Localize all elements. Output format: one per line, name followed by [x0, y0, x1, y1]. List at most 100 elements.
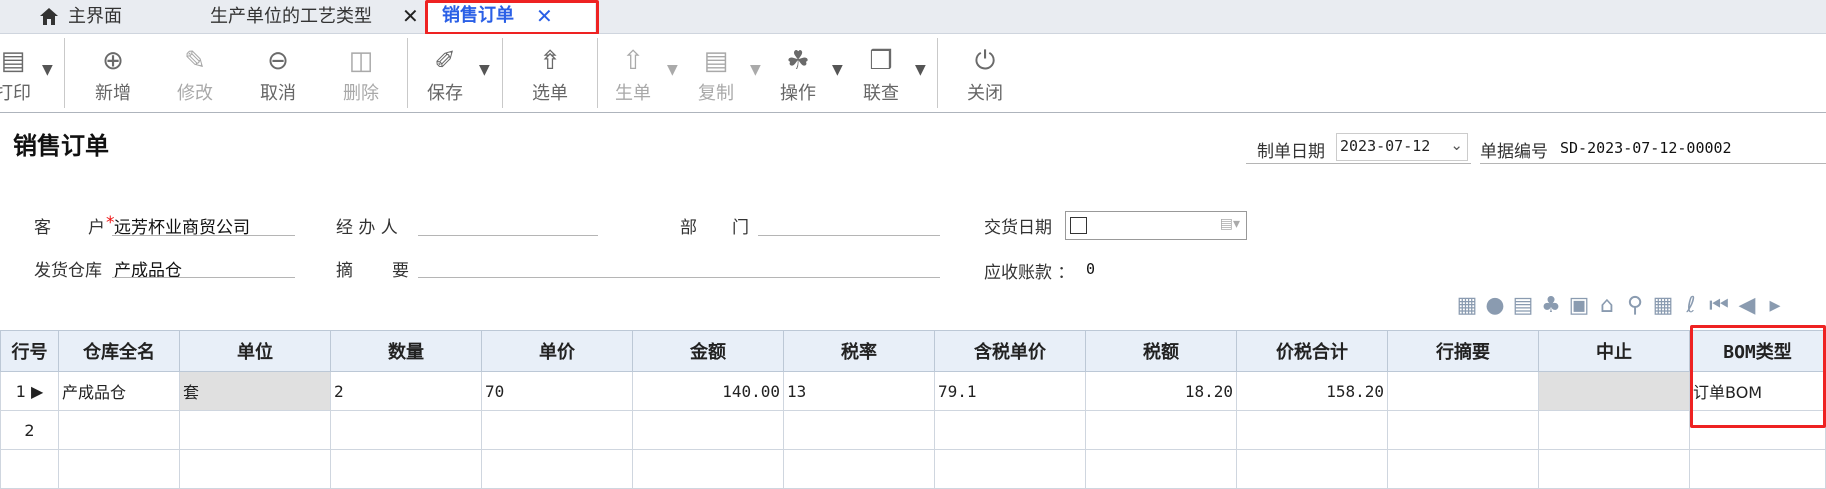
cell-tax[interactable]: 18.20 — [1085, 371, 1237, 411]
make-date-picker[interactable]: 2023-07-12 ⌄ — [1336, 133, 1468, 161]
calculator-icon[interactable]: ▣ — [1568, 292, 1590, 320]
close-button[interactable]: ⏻ 关闭 — [950, 34, 1020, 112]
cell-amount[interactable]: 140.00 — [632, 371, 784, 411]
comment-icon[interactable]: ● — [1484, 292, 1506, 320]
doc-no-value: SD-2023-07-12-00002 — [1560, 139, 1732, 157]
cell-unit[interactable] — [179, 410, 331, 450]
cell-total[interactable] — [1236, 410, 1388, 450]
edit-button[interactable]: ✎ 修改 — [160, 34, 230, 112]
cell-total[interactable] — [1236, 449, 1388, 489]
row-number[interactable] — [0, 449, 59, 489]
cell-amount[interactable] — [632, 449, 784, 489]
delivery-date-field[interactable]: ▤▾ — [1065, 211, 1247, 240]
col-header-amount[interactable]: 金额 — [632, 330, 784, 372]
delivery-date-checkbox[interactable] — [1070, 217, 1087, 234]
cell-tax-rate[interactable] — [783, 449, 935, 489]
cell-bom-type[interactable] — [1689, 410, 1826, 450]
calendar-dropdown-icon[interactable]: ▤▾ — [1220, 216, 1240, 232]
col-header-total[interactable]: 价税合计 — [1236, 330, 1388, 372]
generate-button[interactable]: ⇧ 生单 — [598, 34, 668, 112]
linked-query-button[interactable]: ❒ 联查 — [846, 34, 916, 112]
row-number[interactable]: 1 ▶ — [0, 371, 59, 411]
print-button[interactable]: ▤ 打印 — [0, 34, 48, 112]
table-row[interactable] — [0, 449, 1826, 489]
cell-line-summary[interactable] — [1387, 449, 1539, 489]
generate-dropdown-icon[interactable]: ▼ — [667, 62, 678, 78]
cell-tax-rate[interactable]: 13 — [783, 371, 935, 411]
col-header-unit[interactable]: 单位 — [179, 330, 331, 372]
cell-warehouse[interactable] — [58, 449, 180, 489]
select-button[interactable]: ⇮ 选单 — [515, 34, 585, 112]
print-dropdown-icon[interactable]: ▼ — [42, 62, 53, 78]
operate-dropdown-icon[interactable]: ▼ — [832, 62, 843, 78]
dept-field[interactable] — [758, 235, 940, 236]
tab-process-close-icon[interactable]: ✕ — [402, 0, 419, 33]
copy-dropdown-icon[interactable]: ▼ — [750, 62, 761, 78]
tab-home[interactable]: 主界面 — [40, 0, 122, 33]
col-header-stop[interactable]: 中止 — [1538, 330, 1690, 372]
cancel-button[interactable]: ⊖ 取消 — [243, 34, 313, 112]
delete-button[interactable]: ◫ 删除 — [326, 34, 396, 112]
col-header-price[interactable]: 单价 — [481, 330, 633, 372]
grid-header-row: 行号 仓库全名 单位 数量 单价 金额 税率 含税单价 税额 价税合计 行摘要 … — [0, 330, 1826, 372]
report-icon[interactable]: ▤ — [1512, 292, 1534, 320]
col-header-line-summary[interactable]: 行摘要 — [1387, 330, 1539, 372]
cell-bom-type[interactable] — [1689, 449, 1826, 489]
operate-button[interactable]: ☘ 操作 — [763, 34, 833, 112]
summary-field[interactable] — [418, 277, 940, 278]
save-dropdown-icon[interactable]: ▼ — [479, 62, 490, 78]
table-row[interactable]: 1 ▶ 产成品仓 套 2 70 140.00 13 79.1 18.20 158… — [0, 371, 1826, 411]
cell-amount[interactable] — [632, 410, 784, 450]
tab-sales-order-close-icon[interactable]: ✕ — [536, 0, 553, 33]
cell-warehouse[interactable] — [58, 410, 180, 450]
cell-tax-rate[interactable] — [783, 410, 935, 450]
next-record-icon[interactable]: ▸ — [1764, 292, 1786, 320]
first-record-icon[interactable]: ⏮ — [1708, 292, 1730, 320]
table-icon[interactable]: ▦ — [1652, 292, 1674, 320]
cell-price[interactable] — [481, 449, 633, 489]
cell-stop[interactable] — [1538, 449, 1690, 489]
linked-dropdown-icon[interactable]: ▼ — [915, 62, 926, 78]
cell-qty[interactable] — [330, 449, 482, 489]
cell-tax[interactable] — [1085, 449, 1237, 489]
col-header-tax-rate[interactable]: 税率 — [783, 330, 935, 372]
chevron-down-icon[interactable]: ⌄ — [1450, 136, 1463, 154]
save-button[interactable]: ✐ 保存 — [410, 34, 480, 112]
home-grid-icon[interactable]: ⌂ — [1596, 292, 1618, 320]
cell-tax[interactable] — [1085, 410, 1237, 450]
cell-price-with-tax[interactable] — [934, 410, 1086, 450]
cell-price[interactable] — [481, 410, 633, 450]
cell-qty[interactable]: 2 — [330, 371, 482, 411]
row-number[interactable]: 2 — [0, 410, 59, 450]
qrcode-icon[interactable]: ▦ — [1456, 292, 1478, 320]
copy-button[interactable]: ▤ 复制 — [681, 34, 751, 112]
cell-price-with-tax[interactable] — [934, 449, 1086, 489]
tab-process-type[interactable]: 生产单位的工艺类型 — [210, 0, 372, 33]
cell-price[interactable]: 70 — [481, 371, 633, 411]
col-header-row-no[interactable]: 行号 — [0, 330, 59, 372]
cell-stop[interactable] — [1538, 410, 1690, 450]
prev-record-icon[interactable]: ◀ — [1736, 292, 1758, 320]
cell-qty[interactable] — [330, 410, 482, 450]
cell-unit[interactable]: 套 — [179, 371, 331, 411]
cell-warehouse[interactable]: 产成品仓 — [58, 371, 180, 411]
power-icon: ⏻ — [974, 46, 996, 76]
col-header-price-with-tax[interactable]: 含税单价 — [934, 330, 1086, 372]
cell-stop[interactable] — [1538, 371, 1690, 411]
col-header-tax[interactable]: 税额 — [1085, 330, 1237, 372]
search-icon[interactable]: ⚲ — [1624, 292, 1646, 320]
col-header-bom-type[interactable]: BOM类型 — [1689, 330, 1826, 372]
cell-bom-type[interactable]: 订单BOM — [1689, 371, 1826, 411]
col-header-warehouse[interactable]: 仓库全名 — [58, 330, 180, 372]
cell-line-summary[interactable] — [1387, 371, 1539, 411]
attachment-icon[interactable]: ℓ — [1680, 292, 1702, 320]
org-icon[interactable]: ♣ — [1540, 292, 1562, 320]
cell-price-with-tax[interactable]: 79.1 — [934, 371, 1086, 411]
col-header-qty[interactable]: 数量 — [330, 330, 482, 372]
cell-line-summary[interactable] — [1387, 410, 1539, 450]
add-button[interactable]: ⊕ 新增 — [78, 34, 148, 112]
table-row[interactable]: 2 — [0, 410, 1826, 450]
cell-unit[interactable] — [179, 449, 331, 489]
cell-total[interactable]: 158.20 — [1236, 371, 1388, 411]
handler-field[interactable] — [418, 235, 598, 236]
